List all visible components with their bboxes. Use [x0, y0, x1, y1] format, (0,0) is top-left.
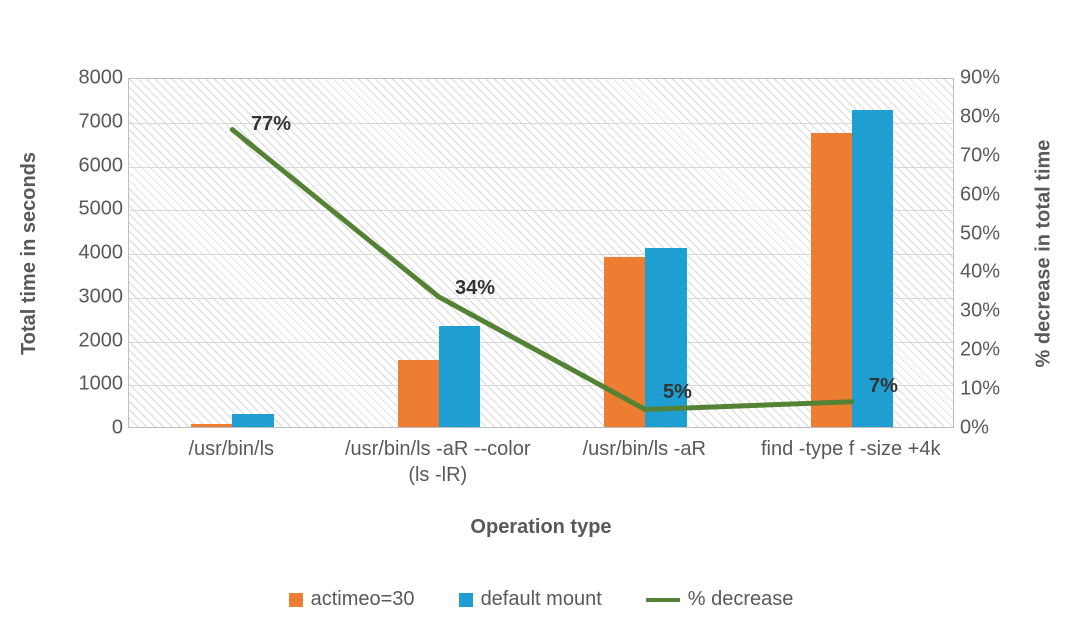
line-data-label: 5% — [663, 381, 692, 404]
y-right-tick: 50% — [960, 222, 1000, 245]
y-right-tick: 60% — [960, 183, 1000, 206]
legend-label: default mount — [481, 588, 602, 611]
legend-swatch-icon — [646, 598, 680, 602]
x-category-label: /usr/bin/ls — [128, 436, 335, 462]
legend-swatch-icon — [459, 593, 473, 607]
y-axis-right-title: % decrease in total time — [1029, 78, 1059, 428]
y-right-tick: 80% — [960, 105, 1000, 128]
x-axis-title: Operation type — [128, 516, 954, 539]
y-right-tick: 40% — [960, 261, 1000, 284]
y-left-tick: 7000 — [53, 110, 123, 133]
x-category-label: find -type f -size +4k — [748, 436, 955, 462]
y-right-tick: 10% — [960, 378, 1000, 401]
y-left-tick: 2000 — [53, 329, 123, 352]
y-left-tick: 0 — [53, 417, 123, 440]
y-right-tick: 70% — [960, 144, 1000, 167]
legend-label: % decrease — [688, 588, 794, 611]
legend-label: actimeo=30 — [311, 588, 415, 611]
chart-root: Total time in seconds % decrease in tota… — [0, 0, 1069, 644]
y-right-tick: 20% — [960, 339, 1000, 362]
plot-area: 77% 34% 5% 7% — [128, 78, 954, 428]
y-left-tick: 5000 — [53, 198, 123, 221]
legend: actimeo=30 default mount % decrease — [128, 588, 954, 611]
y-right-tick: 90% — [960, 67, 1000, 90]
y-left-tick: 3000 — [53, 285, 123, 308]
y-left-tick: 4000 — [53, 242, 123, 265]
x-category-label: /usr/bin/ls -aR --color (ls -lR) — [335, 436, 542, 488]
y-left-tick: 1000 — [53, 373, 123, 396]
line-data-label: 77% — [251, 113, 291, 136]
legend-item-decrease: % decrease — [646, 588, 794, 611]
legend-swatch-icon — [289, 593, 303, 607]
y-right-tick: 0% — [960, 417, 989, 440]
y-axis-left-title: Total time in seconds — [14, 78, 44, 428]
x-category-label: /usr/bin/ls -aR — [541, 436, 748, 462]
y-left-tick: 8000 — [53, 67, 123, 90]
line-data-label: 7% — [869, 375, 898, 398]
y-right-tick: 30% — [960, 300, 1000, 323]
legend-item-default: default mount — [459, 588, 602, 611]
y-left-tick: 6000 — [53, 154, 123, 177]
legend-item-actimeo: actimeo=30 — [289, 588, 415, 611]
line-data-label: 34% — [455, 277, 495, 300]
